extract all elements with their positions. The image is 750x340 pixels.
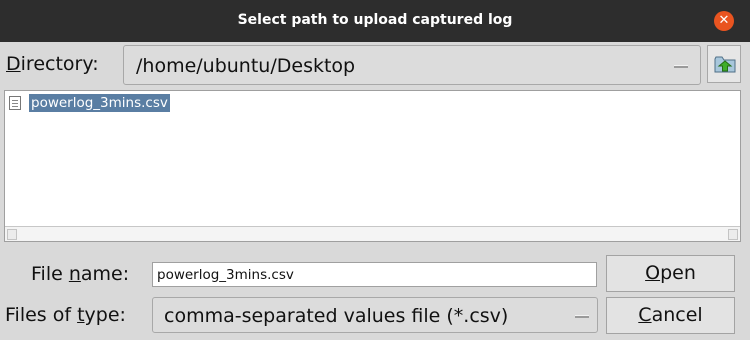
filetype-combobox[interactable]: comma-separated values file (*.csv)	[152, 297, 598, 333]
open-button[interactable]: Open	[606, 255, 735, 292]
folder-up-icon	[714, 56, 736, 73]
close-button[interactable]: ✕	[714, 11, 734, 31]
dropdown-arrow-icon	[674, 65, 688, 68]
directory-combobox[interactable]: /home/ubuntu/Desktop	[123, 45, 701, 85]
filename-label: File name:	[31, 263, 130, 285]
document-icon	[9, 96, 21, 110]
filetype-value: comma-separated values file (*.csv)	[164, 305, 509, 327]
dropdown-arrow-icon	[575, 315, 589, 318]
file-list[interactable]: powerlog_3mins.csv	[4, 90, 741, 242]
scroll-left-icon[interactable]	[7, 229, 17, 240]
file-name-selected: powerlog_3mins.csv	[29, 94, 170, 112]
scroll-right-icon[interactable]	[728, 229, 738, 240]
directory-value: /home/ubuntu/Desktop	[136, 55, 356, 77]
dialog-titlebar: Select path to upload captured log ✕	[0, 0, 750, 42]
horizontal-scrollbar[interactable]	[5, 226, 740, 241]
close-icon: ✕	[718, 13, 730, 28]
cancel-button[interactable]: Cancel	[606, 297, 735, 334]
filename-input[interactable]	[152, 262, 597, 287]
filetype-label: Files of type:	[5, 304, 126, 326]
parent-directory-button[interactable]	[707, 45, 741, 83]
directory-row: Directory: /home/ubuntu/Desktop	[0, 42, 750, 90]
dialog-title: Select path to upload captured log	[237, 12, 513, 28]
directory-label: Directory:	[6, 53, 99, 75]
